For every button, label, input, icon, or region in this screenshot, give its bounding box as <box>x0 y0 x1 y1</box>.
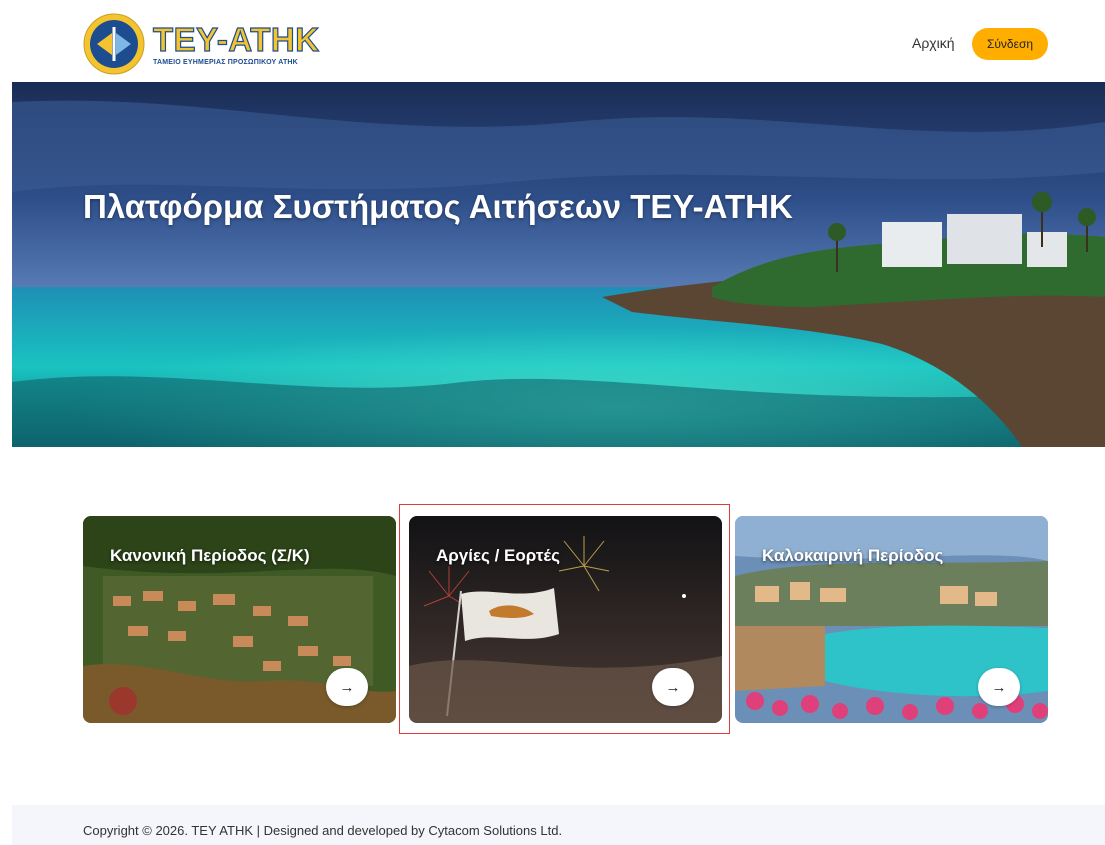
logo-emblem-icon <box>83 13 145 75</box>
hero-background-image <box>12 82 1105 447</box>
logo-name: TEY-ATHK <box>152 20 320 58</box>
page: TEY-ATHK ΤΑΜΕΙΟ ΕΥΗΜΕΡΙΑΣ ΠΡΟΣΩΠΙΚΟΥ ΑΤΗ… <box>0 0 1105 845</box>
hero-title: Πλατφόρμα Συστήματος Αιτήσεων TEY-ATHK <box>83 188 793 225</box>
site-footer: Copyright © 2026. TEY ATHK | Designed an… <box>12 805 1105 845</box>
login-button[interactable]: Σύνδεση <box>972 28 1048 60</box>
hero-banner: Πλατφόρμα Συστήματος Αιτήσεων TEY-ATHK <box>12 82 1105 447</box>
arrow-right-icon[interactable]: → <box>326 668 368 706</box>
logo-subtitle: ΤΑΜΕΙΟ ΕΥΗΜΕΡΙΑΣ ΠΡΟΣΩΠΙΚΟΥ ΑΤΗΚ <box>153 58 298 66</box>
card-regular-period[interactable]: Κανονική Περίοδος (Σ/Κ) → <box>83 516 396 723</box>
arrow-right-icon[interactable]: → <box>652 668 694 706</box>
card-holidays[interactable]: Αργίες / Εορτές → <box>409 516 722 723</box>
logo[interactable]: TEY-ATHK ΤΑΜΕΙΟ ΕΥΗΜΕΡΙΑΣ ΠΡΟΣΩΠΙΚΟΥ ΑΤΗ… <box>83 12 323 76</box>
site-header: TEY-ATHK ΤΑΜΕΙΟ ΕΥΗΜΕΡΙΑΣ ΠΡΟΣΩΠΙΚΟΥ ΑΤΗ… <box>0 0 1105 82</box>
arrow-right-icon[interactable]: → <box>978 668 1020 706</box>
card-title: Αργίες / Εορτές <box>436 546 560 565</box>
footer-copyright: Copyright © 2026. TEY ATHK | Designed an… <box>83 823 563 838</box>
card-summer-period[interactable]: Καλοκαιρινή Περίοδος → <box>735 516 1048 723</box>
nav-link-home[interactable]: Αρχική <box>912 35 955 51</box>
card-title: Καλοκαιρινή Περίοδος <box>762 546 944 565</box>
card-title: Κανονική Περίοδος (Σ/Κ) <box>110 546 310 565</box>
